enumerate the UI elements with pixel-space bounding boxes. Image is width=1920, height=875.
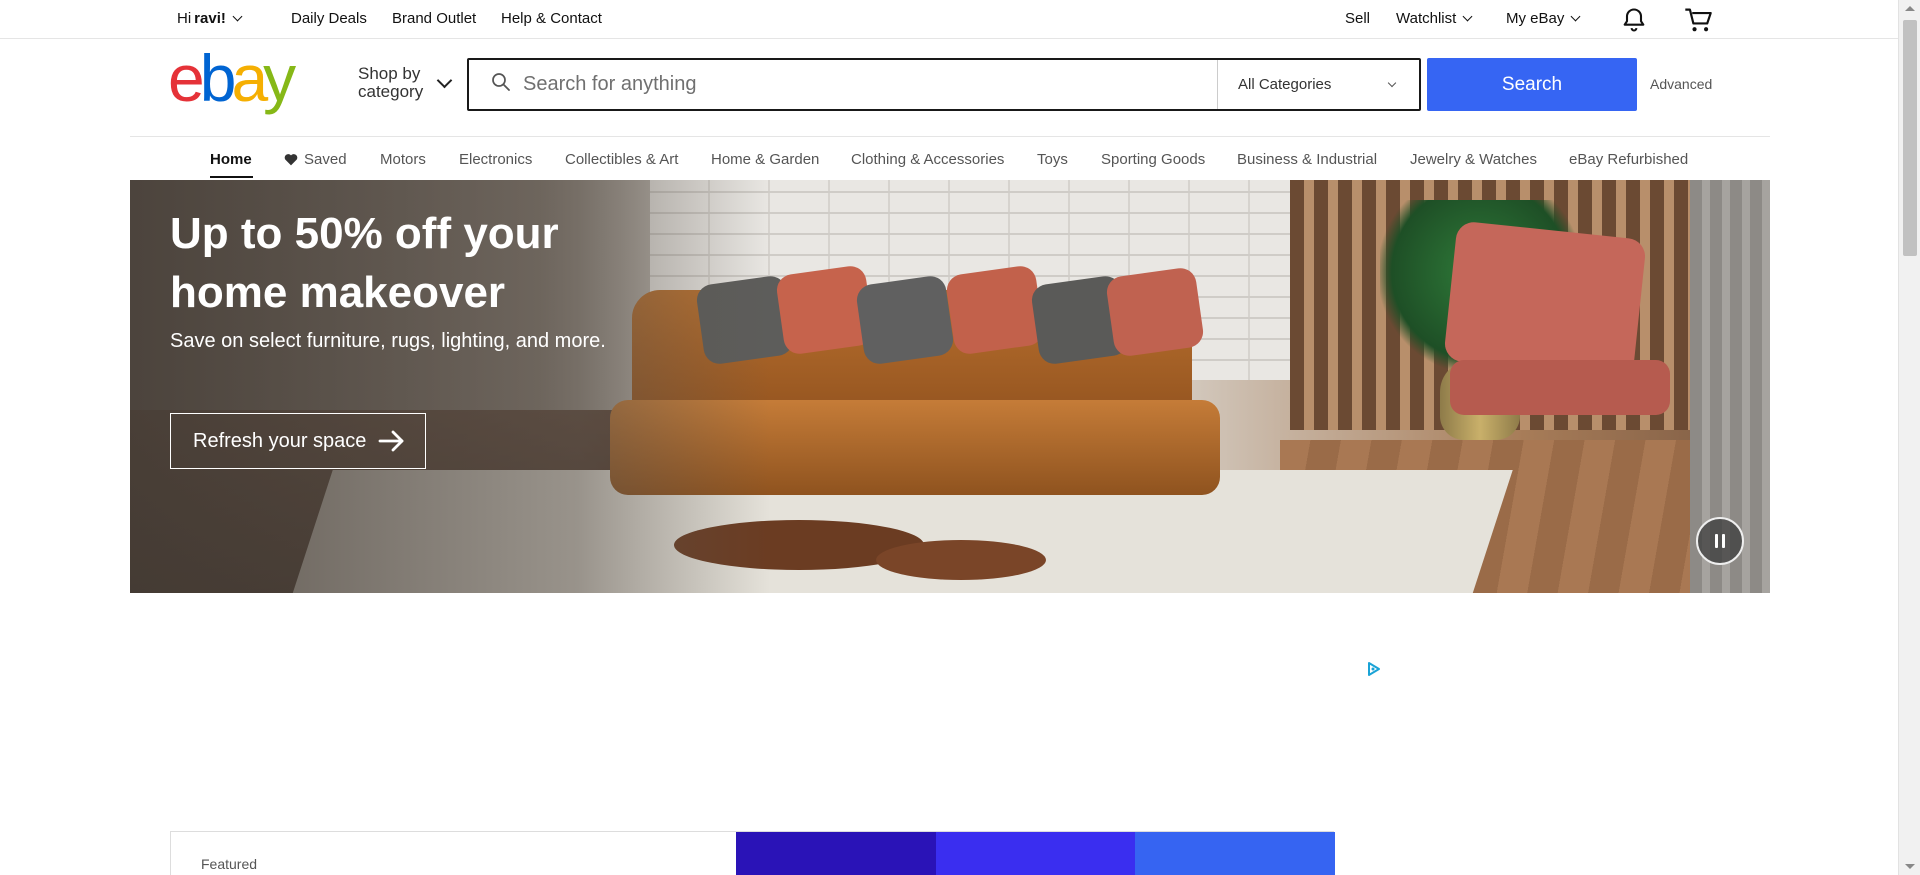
greeting-menu[interactable]: Hi ravi! — [177, 10, 244, 27]
chevron-down-icon — [1570, 11, 1581, 22]
top-utility-bar: Hi ravi! Daily Deals Brand Outlet Help &… — [0, 0, 1898, 39]
nav-item-home[interactable]: Home — [210, 151, 252, 168]
heart-icon — [284, 154, 298, 166]
featured-color-block — [736, 832, 936, 875]
watchlist-label: Watchlist — [1396, 10, 1457, 27]
daily-deals-link[interactable]: Daily Deals — [291, 10, 367, 27]
hero-subtitle: Save on select furniture, rugs, lighting… — [170, 330, 606, 352]
logo-letter-b: b — [200, 52, 234, 115]
refresh-your-space-button[interactable]: Refresh your space — [170, 413, 426, 469]
hero-pillow — [1104, 266, 1206, 358]
help-contact-link[interactable]: Help & Contact — [501, 10, 602, 27]
chevron-down-icon — [232, 11, 243, 22]
logo-letter-y: y — [263, 52, 296, 115]
page-scrollbar[interactable] — [1898, 0, 1920, 875]
hero-banner[interactable]: Up to 50% off your home makeover Save on… — [130, 180, 1770, 593]
scroll-down-icon[interactable] — [1905, 864, 1915, 869]
search-button[interactable]: Search — [1427, 58, 1637, 111]
featured-color-block — [1135, 832, 1335, 875]
category-nav: Home Saved Motors Electronics Collectibl… — [130, 136, 1770, 180]
greeting-name: ravi! — [194, 10, 226, 27]
featured-card[interactable]: Featured — [170, 831, 1335, 875]
featured-label: Featured — [201, 856, 258, 872]
brand-outlet-link[interactable]: Brand Outlet — [392, 10, 476, 27]
hero-chair-seat — [1450, 360, 1670, 415]
nav-item-toys[interactable]: Toys — [1037, 151, 1068, 168]
my-ebay-label: My eBay — [1506, 10, 1565, 27]
my-ebay-menu[interactable]: My eBay — [1506, 10, 1582, 27]
advanced-search-link[interactable]: Advanced — [1650, 76, 1712, 92]
nav-item-clothing-accessories[interactable]: Clothing & Accessories — [851, 151, 1004, 168]
pause-button[interactable] — [1696, 517, 1744, 565]
chevron-down-icon — [1387, 78, 1397, 88]
svg-text:ebay: ebay — [168, 52, 296, 115]
search-icon — [491, 72, 511, 97]
watchlist-menu[interactable]: Watchlist — [1396, 10, 1474, 27]
nav-item-ebay-refurbished[interactable]: eBay Refurbished — [1569, 151, 1688, 168]
hero-title: Up to 50% off your home makeover — [170, 209, 559, 317]
greeting-prefix: Hi — [177, 10, 192, 27]
scroll-up-icon[interactable] — [1905, 6, 1915, 11]
nav-item-business-industrial[interactable]: Business & Industrial — [1237, 151, 1377, 168]
search-bar: All Categories — [467, 58, 1421, 111]
nav-item-sporting-goods[interactable]: Sporting Goods — [1101, 151, 1205, 168]
nav-item-motors[interactable]: Motors — [380, 151, 426, 168]
hero-chair-back — [1443, 220, 1647, 380]
ebay-logo[interactable]: ebay — [168, 41, 318, 118]
adchoices-icon[interactable] — [1366, 661, 1382, 682]
hero-pillow — [944, 264, 1046, 356]
shop-by-category-button[interactable]: Shop by category — [358, 64, 453, 101]
chevron-down-icon — [436, 72, 453, 88]
category-select[interactable]: All Categories — [1217, 60, 1419, 109]
sell-link[interactable]: Sell — [1345, 10, 1370, 27]
pause-icon — [1715, 534, 1725, 548]
active-underline — [210, 176, 253, 178]
logo-letter-e: e — [168, 52, 202, 115]
nav-item-collectibles-art[interactable]: Collectibles & Art — [565, 151, 678, 168]
nav-item-home-garden[interactable]: Home & Garden — [711, 151, 819, 168]
category-label: category — [358, 82, 424, 101]
chevron-down-icon — [1462, 11, 1473, 22]
search-input[interactable] — [523, 64, 1213, 105]
nav-item-saved[interactable]: Saved — [284, 151, 347, 168]
nav-item-jewelry-watches[interactable]: Jewelry & Watches — [1410, 151, 1537, 168]
bell-icon[interactable] — [1620, 6, 1648, 39]
nav-item-electronics[interactable]: Electronics — [459, 151, 532, 168]
category-select-value: All Categories — [1238, 76, 1332, 93]
cart-icon[interactable] — [1683, 6, 1713, 39]
hero-pillow — [854, 274, 956, 366]
hero-side-table — [876, 540, 1046, 580]
nav-item-saved-label: Saved — [304, 151, 347, 168]
cta-label: Refresh your space — [193, 429, 367, 452]
arrow-right-icon — [379, 430, 404, 452]
featured-color-block — [936, 832, 1136, 875]
shop-by-label: Shop by — [358, 64, 421, 83]
scrollbar-thumb[interactable] — [1903, 20, 1917, 256]
